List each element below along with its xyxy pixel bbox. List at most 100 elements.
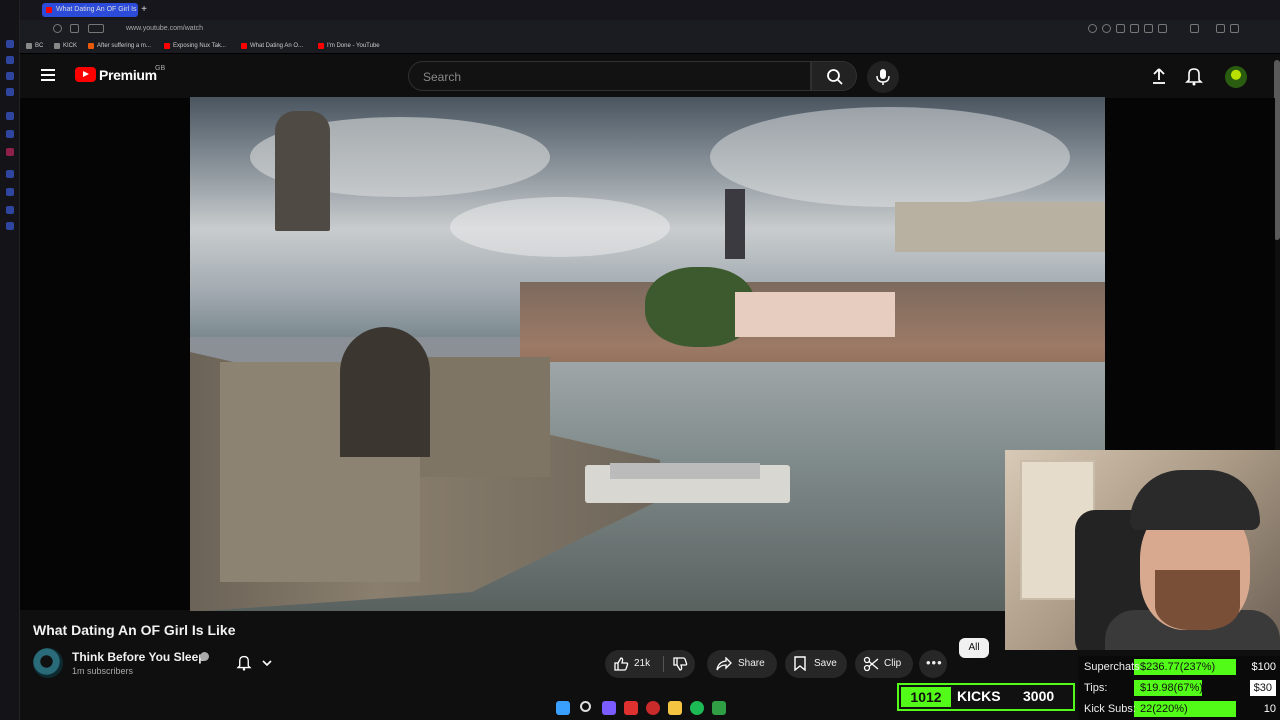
sidebar-app-icon[interactable] [6, 188, 14, 196]
sidebar-app-icon[interactable] [6, 206, 14, 214]
tab-title: What Dating An OF Girl Is [56, 6, 137, 13]
filter-chip-all[interactable]: All [959, 638, 989, 658]
youtube-favicon-icon [241, 43, 247, 49]
settings-icon[interactable] [1230, 24, 1239, 33]
save-label: Save [814, 658, 837, 669]
os-taskbar [540, 698, 740, 720]
sidebar-app-icon[interactable] [6, 88, 14, 96]
youtube-header: Premium GB Search [20, 54, 1275, 98]
kicks-goal: 3000 [1023, 688, 1055, 704]
channel-name[interactable]: Think Before You Sleep [72, 650, 206, 664]
share-button[interactable]: Share [707, 650, 777, 678]
spotify-icon[interactable] [690, 701, 704, 715]
folder-icon [54, 43, 60, 49]
stream-goals-overlay: Superchats: $236.77(237%) $100 Tips: $19… [1078, 656, 1280, 720]
verified-badge-icon [200, 652, 209, 661]
bell-icon [236, 655, 252, 671]
browser-icon[interactable] [646, 701, 660, 715]
extension-icon[interactable] [1116, 24, 1125, 33]
sidebar-app-icon[interactable] [6, 170, 14, 178]
sidebar-app-icon[interactable] [6, 130, 14, 138]
divider [663, 656, 664, 672]
bookmark-item[interactable]: What Dating An O... [241, 40, 303, 52]
home-icon[interactable] [70, 24, 79, 33]
youtube-logo-text[interactable]: Premium [99, 67, 157, 83]
bookmark-icon [794, 656, 806, 671]
thumbs-up-icon [614, 657, 629, 671]
download-icon[interactable] [1216, 24, 1225, 33]
video-player[interactable] [190, 97, 1105, 611]
webcam-beard [1155, 570, 1240, 630]
upload-icon[interactable] [1150, 67, 1168, 85]
folder-icon[interactable] [668, 701, 682, 715]
browser-sidebar [0, 0, 20, 720]
goal-target: $100 [1251, 661, 1276, 673]
search-icon[interactable] [580, 701, 591, 712]
sidebar-app-icon[interactable] [6, 222, 14, 230]
subscriber-count: 1m subscribers [72, 666, 134, 676]
sidebar-app-icon[interactable] [6, 148, 14, 156]
bookmark-item[interactable]: BC [26, 40, 43, 52]
youtube-favicon-icon [318, 43, 324, 49]
more-actions-button[interactable]: ••• [919, 650, 947, 678]
more-horizontal-icon: ••• [926, 655, 943, 670]
like-dislike-group: 21k [605, 650, 695, 678]
vpn-badge-icon[interactable] [88, 24, 104, 33]
search-button[interactable] [811, 61, 857, 91]
voice-search-button[interactable] [867, 61, 899, 93]
sidebar-app-icon[interactable] [6, 56, 14, 64]
video-frame-statue [275, 111, 330, 231]
sound-icon[interactable] [1190, 24, 1199, 33]
browser-address-bar: www.youtube.com/watch [20, 20, 1280, 38]
account-avatar[interactable] [1225, 66, 1247, 88]
like-count: 21k [634, 658, 651, 669]
bookmark-item[interactable]: KICK [54, 40, 77, 52]
discord-icon[interactable] [602, 701, 616, 715]
extension-icon[interactable] [1144, 24, 1153, 33]
goal-target: 10 [1263, 703, 1276, 715]
url-field[interactable]: www.youtube.com/watch [126, 23, 203, 35]
reload-icon[interactable] [53, 24, 62, 33]
bookmark-item[interactable]: I'm Done - YouTube [318, 40, 380, 52]
windows-start-icon[interactable] [556, 701, 570, 715]
region-code: GB [155, 65, 166, 72]
save-button[interactable]: Save [785, 650, 847, 678]
goal-row: Tips: $19.98(67%) $30 [1078, 678, 1280, 698]
subscription-notifications-button[interactable] [229, 649, 284, 677]
clip-button[interactable]: Clip [855, 650, 913, 678]
video-frame-arch [340, 327, 430, 457]
extension-icon[interactable] [1158, 24, 1167, 33]
back-icon[interactable] [28, 24, 37, 33]
zoom-icon[interactable] [1088, 24, 1097, 33]
goal-row: Superchats: $236.77(237%) $100 [1078, 657, 1280, 677]
channel-avatar[interactable] [33, 648, 63, 678]
kicks-count: 1012 [901, 687, 951, 707]
new-tab-button[interactable]: + [138, 3, 150, 17]
webcam-headset-cap [1130, 470, 1260, 530]
extension-icon[interactable] [1102, 24, 1111, 33]
share-label: Share [738, 658, 765, 669]
goal-value: 22(220%) [1140, 703, 1188, 715]
sidebar-app-icon[interactable] [6, 112, 14, 120]
sidebar-app-icon[interactable] [6, 72, 14, 80]
bookmark-item[interactable]: After suffering a m... [88, 40, 151, 52]
search-input[interactable]: Search [408, 61, 811, 91]
like-button[interactable]: 21k [605, 650, 663, 678]
video-frame-cloud [450, 197, 670, 257]
opera-icon[interactable] [624, 701, 638, 715]
sidebar-app-icon[interactable] [6, 40, 14, 48]
dislike-button[interactable] [665, 650, 695, 678]
bookmark-item[interactable]: Exposing Nux Tak... [164, 40, 226, 52]
xbox-icon[interactable] [712, 701, 726, 715]
extension-icon[interactable] [1130, 24, 1139, 33]
share-arrow-icon [716, 657, 732, 671]
youtube-favicon-icon [46, 7, 52, 13]
kicks-counter-overlay: 1012 KICKS 3000 [897, 683, 1075, 711]
bell-icon[interactable] [1185, 66, 1203, 86]
browser-tab[interactable]: What Dating An OF Girl Is [42, 3, 138, 17]
hamburger-menu-icon[interactable] [41, 69, 55, 81]
video-frame-cloud [710, 107, 1070, 207]
folder-icon [26, 43, 32, 49]
clip-label: Clip [884, 658, 902, 669]
youtube-logo-icon[interactable] [75, 67, 96, 82]
